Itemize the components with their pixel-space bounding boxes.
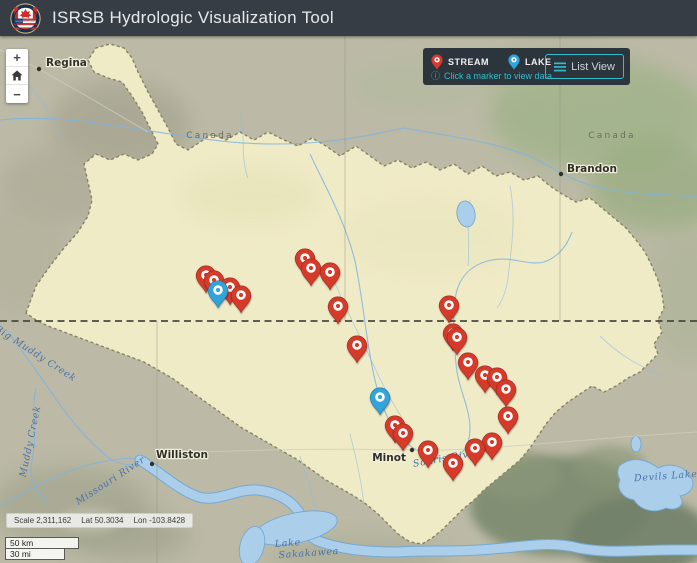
city-label: Regina [46, 57, 87, 69]
region-label: Canada [186, 131, 233, 141]
map-svg[interactable]: Canada CanadaMissouri RiverBig Muddy Cree… [0, 36, 697, 563]
region-label: Canada [588, 131, 635, 141]
zoom-control: + − [6, 49, 28, 103]
zoom-in-button[interactable]: + [6, 49, 28, 67]
list-view-button[interactable]: List View [545, 54, 624, 79]
scalebar-mi: 30 mi [5, 548, 65, 560]
app-header: ISRSB Hydrologic Visualization Tool [0, 0, 697, 36]
city-dot [558, 171, 564, 177]
stream-pin-icon [431, 53, 443, 70]
map-scale-value: Scale 2,311,162 [14, 516, 72, 525]
legend-hint: Click a marker to view data [444, 71, 553, 81]
longitude-value: Lon -103.8428 [133, 516, 186, 525]
info-icon: ⓘ [431, 70, 441, 81]
city-dot [149, 461, 155, 467]
zoom-out-button[interactable]: − [6, 85, 28, 103]
city-dot [36, 66, 42, 72]
list-icon [554, 62, 567, 71]
home-button[interactable] [6, 67, 28, 85]
home-icon [11, 70, 23, 81]
map-canvas[interactable]: Canada Canada Missouri River Big Muddy Cree… [0, 36, 697, 563]
isrsb-logo [10, 2, 41, 34]
list-view-label: List View [571, 60, 615, 73]
city-label: Williston [156, 449, 208, 461]
map-legend: STREAM LAKE List View ⓘ Click a marker t… [423, 48, 630, 85]
city-label: Brandon [567, 163, 617, 175]
lake-pin-icon [508, 53, 520, 70]
legend-stream-label: STREAM [448, 56, 489, 67]
scale-bars: 50 km 30 mi [5, 537, 79, 560]
app-window: ISRSB Hydrologic Visualization Tool Cana… [0, 0, 697, 563]
app-title: ISRSB Hydrologic Visualization Tool [52, 8, 335, 27]
city-dot [409, 447, 415, 453]
scale-readout: Scale 2,311,162 Lat 50.3034 Lon -103.842… [6, 513, 194, 528]
latitude-value: Lat 50.3034 [81, 516, 124, 525]
city-label: Minot [372, 452, 406, 464]
